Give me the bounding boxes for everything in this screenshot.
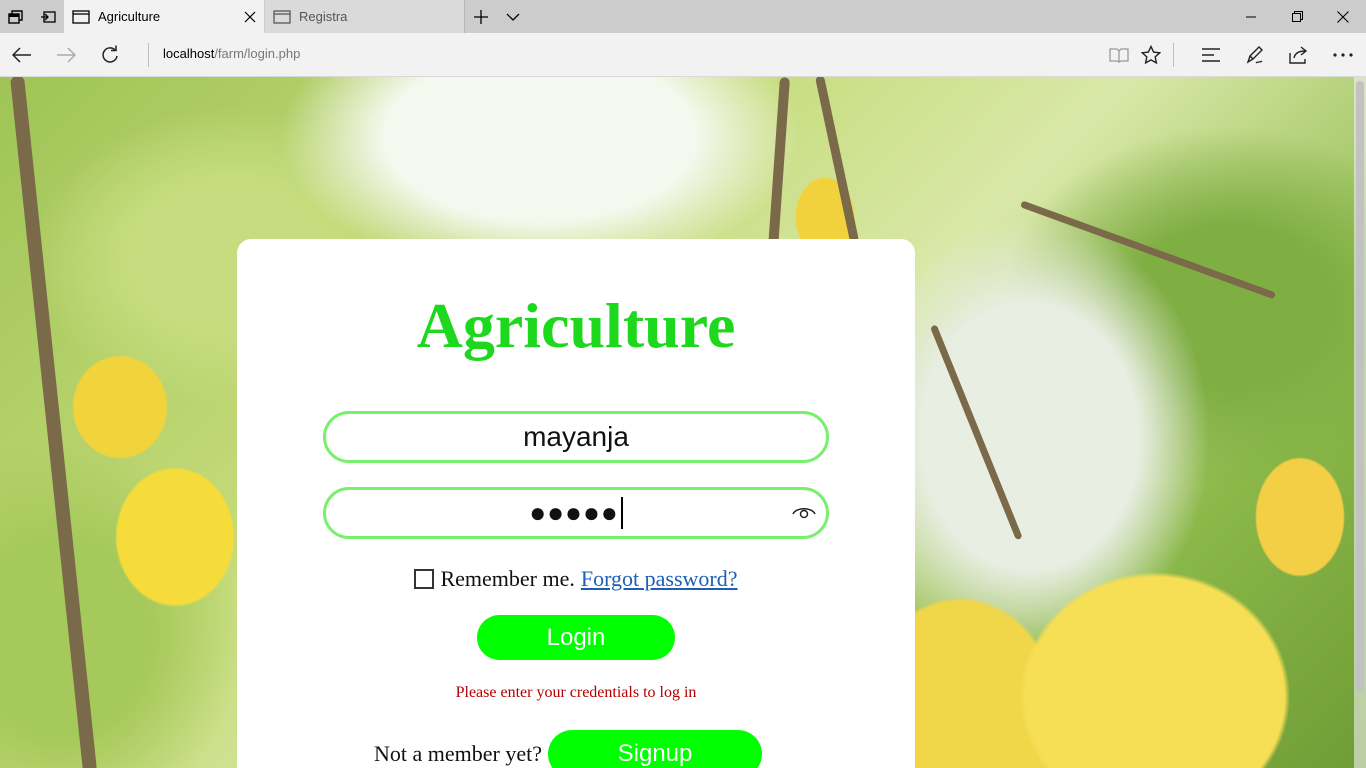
scrollbar-thumb[interactable] [1356, 81, 1364, 691]
forgot-password-link[interactable]: Forgot password? [581, 566, 738, 592]
tab-agriculture[interactable]: Agriculture [64, 0, 264, 33]
toolbar-separator [1173, 43, 1174, 67]
login-card: Agriculture ●●●●● Remember me. Forgot pa… [237, 239, 915, 768]
password-field[interactable]: ●●●●● [323, 487, 829, 539]
signup-row: Not a member yet? Signup [374, 730, 762, 768]
navigation-bar: localhost/farm/login.php [0, 33, 1366, 77]
address-path: /farm/login.php [214, 46, 301, 61]
password-input[interactable]: ●●●●● [326, 490, 826, 536]
back-arrow-icon[interactable] [0, 33, 44, 76]
background-branch [930, 324, 1023, 541]
web-note-icon[interactable] [1233, 33, 1277, 76]
favorite-star-icon[interactable] [1129, 33, 1173, 76]
more-icon[interactable] [1321, 33, 1365, 76]
not-member-text: Not a member yet? [374, 741, 542, 766]
background-branch [767, 77, 790, 258]
minimize-icon[interactable] [1228, 0, 1274, 33]
address-bar[interactable]: localhost/farm/login.php [163, 46, 300, 61]
brand-title: Agriculture [416, 290, 736, 361]
tab-registra[interactable]: Registra [265, 0, 465, 33]
tab-bar: Agriculture Registra [0, 0, 1366, 33]
password-mask: ●●●●● [529, 497, 619, 528]
remember-row: Remember me. Forgot password? [237, 566, 915, 592]
username-input[interactable] [344, 414, 808, 460]
page-icon [273, 9, 291, 24]
remember-checkbox[interactable] [414, 569, 435, 589]
tab-title: Agriculture [98, 9, 161, 24]
close-tab-icon[interactable] [236, 0, 264, 33]
page-viewport: Agriculture ●●●●● Remember me. Forgot pa… [0, 77, 1366, 768]
background-branch [815, 77, 860, 244]
close-window-icon[interactable] [1320, 0, 1366, 33]
share-icon[interactable] [1277, 33, 1321, 76]
restore-icon[interactable] [1274, 0, 1320, 33]
text-caret [620, 497, 623, 529]
new-tab-icon[interactable] [465, 0, 497, 33]
address-host: localhost [163, 46, 215, 61]
status-message: Please enter your credentials to log in [455, 684, 697, 701]
remember-label: Remember me. [440, 566, 575, 591]
page-icon [72, 9, 90, 24]
background-branch [1020, 200, 1277, 300]
tab-preview-icon[interactable] [0, 0, 32, 33]
forward-arrow-icon[interactable] [44, 33, 88, 76]
reveal-password-eye-icon[interactable] [792, 502, 816, 522]
set-aside-tabs-icon[interactable] [32, 0, 64, 33]
chevron-down-icon[interactable] [497, 0, 529, 33]
hub-icon[interactable] [1189, 33, 1233, 76]
username-field[interactable] [323, 411, 829, 463]
login-button[interactable]: Login [477, 615, 675, 660]
tab-title: Registra [299, 9, 348, 24]
refresh-icon[interactable] [88, 33, 132, 76]
address-separator [148, 43, 149, 67]
vertical-scrollbar[interactable] [1354, 77, 1366, 768]
signup-button[interactable]: Signup [548, 730, 762, 768]
background-branch [10, 77, 98, 768]
